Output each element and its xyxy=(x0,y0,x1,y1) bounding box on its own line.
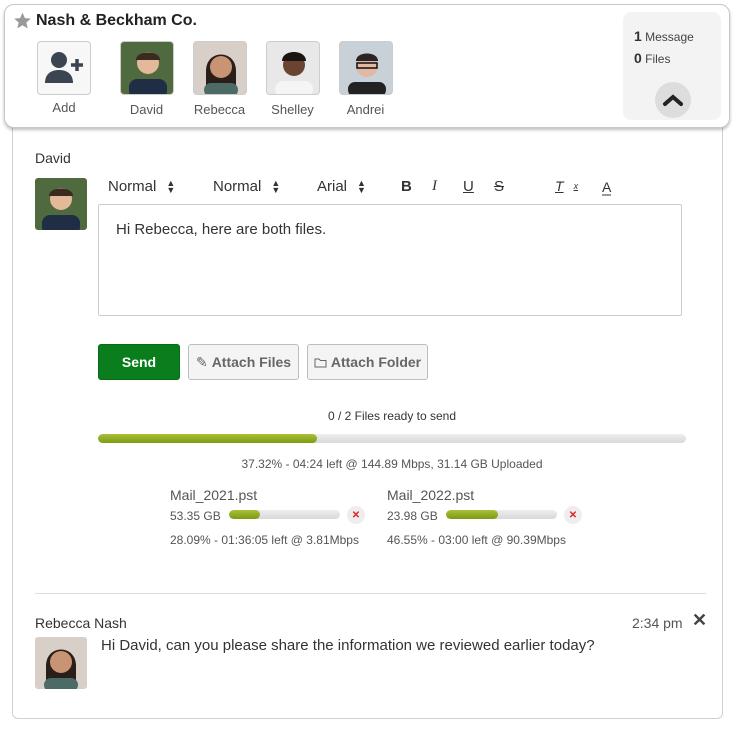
font-family-select[interactable]: Arial ▲ ▼ xyxy=(317,178,366,195)
file-detail: 46.55% - 03:00 left @ 90.39Mbps xyxy=(387,533,566,547)
sort-icon: ▲ ▼ xyxy=(357,177,366,195)
file-progress-bar xyxy=(446,510,557,519)
message-text: Hi David, can you please share the infor… xyxy=(101,637,595,654)
sort-icon: ▲ ▼ xyxy=(166,177,176,195)
upload-summary: 37.32% - 04:24 left @ 144.89 Mbps, 31.14… xyxy=(241,457,543,471)
upload-status: 0 / 2 Files ready to send xyxy=(327,409,457,423)
folder-icon xyxy=(314,358,327,367)
remove-file-button[interactable]: ✕ xyxy=(564,506,582,524)
bold-icon[interactable]: B xyxy=(401,178,412,195)
file-name: Mail_2021.pst xyxy=(170,487,258,503)
send-button[interactable]: Send xyxy=(98,344,180,380)
clear-format-icon[interactable]: Tx xyxy=(555,178,578,194)
member-andrei[interactable]: Andrei xyxy=(329,41,402,117)
font-size-select[interactable]: Normal ▲ ▼ xyxy=(108,178,175,195)
sort-icon: ▲ ▼ xyxy=(271,177,281,195)
underline-icon[interactable]: U xyxy=(463,178,474,195)
text-color-icon[interactable]: A xyxy=(602,180,612,196)
file-size: 53.35 GB xyxy=(170,509,221,523)
composer-avatar xyxy=(35,178,87,230)
member-shelley[interactable]: Shelley xyxy=(256,41,329,117)
avatar xyxy=(192,41,247,95)
member-david[interactable]: David xyxy=(110,41,183,117)
member-list: Add David Rebecca Shelley Andrei xyxy=(37,41,402,117)
remove-file-button[interactable]: ✕ xyxy=(347,506,365,524)
close-icon[interactable]: ✕ xyxy=(692,610,707,631)
member-rebecca[interactable]: Rebecca xyxy=(183,41,256,117)
avatar xyxy=(119,41,174,95)
file-size: 23.98 GB xyxy=(387,509,438,523)
file-detail: 28.09% - 01:36:05 left @ 3.81Mbps xyxy=(170,533,359,547)
add-user-icon xyxy=(45,52,83,83)
divider xyxy=(35,593,706,594)
message-author: Rebecca Nash xyxy=(35,615,127,631)
file-name: Mail_2022.pst xyxy=(387,487,475,503)
composer-author: David xyxy=(35,150,71,166)
attach-files-button[interactable]: ✎ Attach Files xyxy=(188,344,299,380)
heading-select[interactable]: Normal ▲ ▼ xyxy=(213,178,280,195)
avatar xyxy=(265,41,320,95)
italic-icon[interactable]: I xyxy=(432,178,437,195)
message-avatar xyxy=(35,637,87,689)
chevron-up-icon xyxy=(663,94,683,106)
file-progress-bar xyxy=(229,510,340,519)
strikethrough-icon[interactable]: S xyxy=(494,178,504,195)
collapse-button[interactable] xyxy=(655,82,691,118)
paperclip-icon: ✎ xyxy=(195,353,208,370)
conversation-title: Nash & Beckham Co. xyxy=(13,11,197,30)
conversation-stats: 1 Message 0 Files xyxy=(623,12,721,120)
overall-progress-bar xyxy=(98,434,686,443)
message-editor[interactable]: Hi Rebecca, here are both files. xyxy=(98,204,682,316)
avatar xyxy=(338,41,393,95)
attach-folder-button[interactable]: Attach Folder xyxy=(307,344,428,380)
message-time: 2:34 pm xyxy=(632,615,683,631)
star-icon[interactable] xyxy=(13,11,32,30)
add-member-button[interactable]: Add xyxy=(37,41,91,117)
conversation-header: Nash & Beckham Co. Add David Rebecca She… xyxy=(4,4,730,128)
